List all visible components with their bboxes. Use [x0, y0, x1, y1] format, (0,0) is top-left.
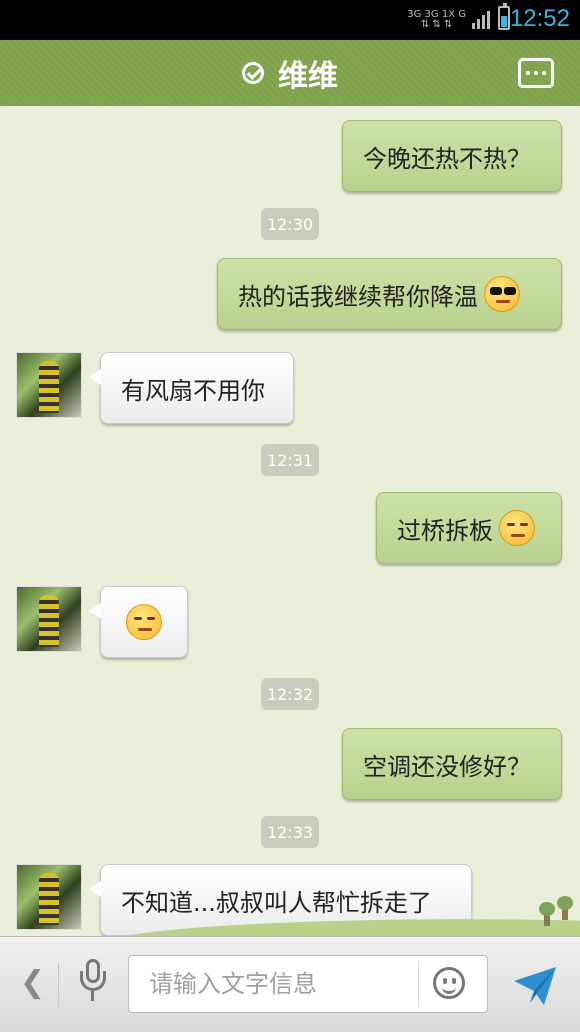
data-arrows-icon: ⇅ ⇅ ⇅ [420, 19, 453, 30]
network-indicator: 3G 3G 1X G ⇅ ⇅ ⇅ [407, 10, 466, 30]
chevron-left-icon[interactable]: ❮ [20, 965, 45, 1000]
chat-header: 维维 [0, 40, 580, 106]
message-bubble-outgoing[interactable]: 空调还没修好？ [342, 728, 562, 800]
cool-sunglasses-emoji-icon [484, 276, 520, 312]
timestamp: 12:31 [261, 444, 319, 476]
divider [58, 963, 59, 1007]
smiley-icon [433, 967, 465, 999]
send-button[interactable] [510, 963, 560, 1009]
message-text: 今晚还热不热？ [363, 144, 531, 173]
avatar[interactable] [16, 352, 82, 418]
message-text: 空调还没修好？ [363, 752, 531, 781]
message-bubble-incoming[interactable] [89, 586, 188, 658]
status-time: 12:52 [509, 5, 570, 32]
avatar[interactable] [16, 586, 82, 652]
input-bar: ❮ [0, 936, 580, 1032]
tree-decoration-icon [539, 902, 555, 926]
status-icons: 3G 3G 1X G ⇅ ⇅ ⇅ [407, 6, 490, 34]
message-bubble-outgoing[interactable]: 热的话我继续帮你降温 [217, 258, 562, 330]
battery-icon [498, 3, 510, 30]
message-bubble-outgoing[interactable]: 今晚还热不热？ [342, 120, 562, 192]
check-circle-icon [242, 62, 264, 84]
timestamp: 12:33 [261, 816, 319, 848]
decorative-hill [0, 912, 580, 936]
timestamp: 12:32 [261, 678, 319, 710]
timestamp: 12:30 [261, 208, 319, 240]
emoji-button[interactable] [418, 961, 465, 1007]
message-text: 热的话我继续帮你降温 [238, 282, 478, 311]
contact-name: 维维 [278, 59, 338, 94]
message-bubble-incoming[interactable]: 有风扇不用你 [89, 352, 294, 424]
send-plane-icon [514, 967, 556, 1005]
message-text: 有风扇不用你 [121, 376, 265, 405]
message-text: 过桥拆板 [397, 516, 493, 545]
more-options-button[interactable] [518, 58, 554, 88]
signal-strength-icon [472, 11, 490, 29]
message-list[interactable]: 今晚还热不热？ 12:30 热的话我继续帮你降温 有风扇不用你 12:31 过桥… [0, 106, 580, 936]
status-bar: 3G 3G 1X G ⇅ ⇅ ⇅ 12:52 [0, 0, 580, 40]
message-bubble-outgoing[interactable]: 过桥拆板 [376, 492, 562, 564]
smug-emoji-icon [499, 510, 535, 546]
tree-decoration-icon [557, 896, 573, 920]
more-dots-icon [526, 71, 530, 75]
smirk-emoji-icon [126, 604, 162, 640]
microphone-icon[interactable] [80, 959, 106, 1007]
